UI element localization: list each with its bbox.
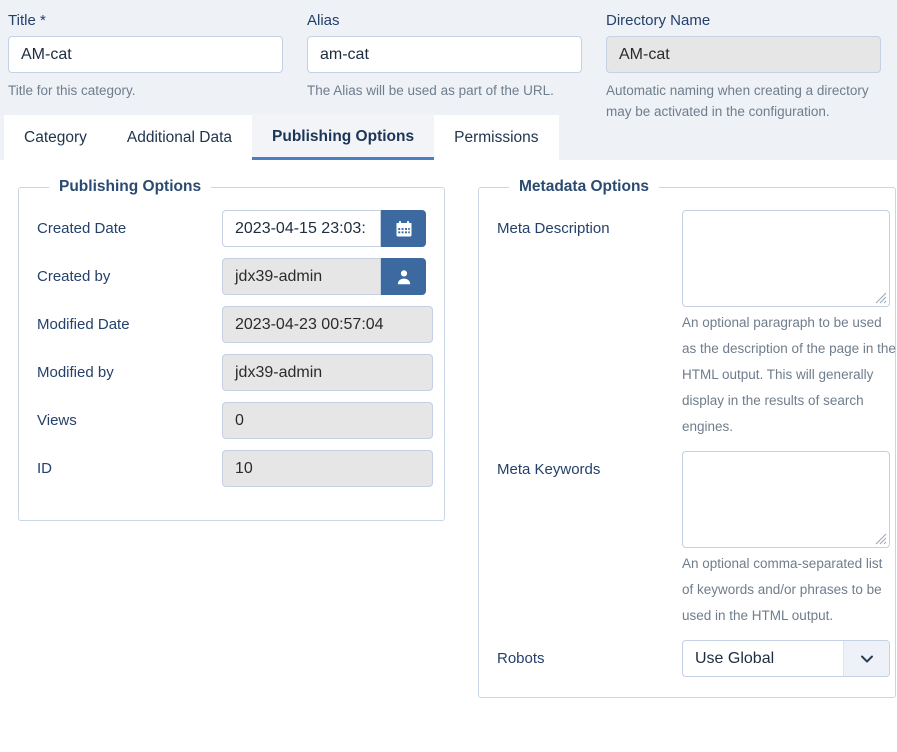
title-help: Title for this category.	[8, 83, 136, 98]
created-date-input[interactable]: 2023-04-15 23:03:	[222, 210, 382, 247]
row-id: ID 10	[37, 450, 433, 487]
created-date-group: 2023-04-15 23:03:	[222, 210, 426, 247]
modified-by-input: jdx39-admin	[222, 354, 433, 391]
tab-permissions[interactable]: Permissions	[434, 115, 559, 160]
directory-name-input: AM-cat	[606, 36, 881, 73]
modified-date-input: 2023-04-23 00:57:04	[222, 306, 433, 343]
calendar-icon	[395, 220, 413, 238]
tab-category[interactable]: Category	[4, 115, 107, 160]
form-header: Title * AM-cat Title for this category. …	[0, 0, 897, 160]
field-directory-name: Directory Name AM-cat Automatic naming w…	[598, 4, 897, 122]
publishing-options-legend: Publishing Options	[59, 178, 202, 195]
publishing-options-fieldset: Publishing Options Created Date 2023-04-…	[18, 178, 445, 521]
calendar-button[interactable]	[381, 210, 426, 247]
row-created-date: Created Date 2023-04-15 23:03:	[37, 210, 426, 247]
id-input: 10	[222, 450, 433, 487]
tab-publishing-options[interactable]: Publishing Options	[252, 114, 435, 160]
title-label: Title *	[8, 12, 46, 29]
meta-keywords-textarea[interactable]	[682, 451, 890, 548]
meta-description-textarea[interactable]	[682, 210, 890, 307]
meta-description-label: Meta Description	[497, 220, 610, 237]
meta-description-help: An optional paragraph to be used as the …	[682, 315, 896, 434]
views-input: 0	[222, 402, 433, 439]
alias-help: The Alias will be used as part of the UR…	[307, 83, 554, 98]
metadata-options-legend: Metadata Options	[519, 178, 650, 195]
views-label: Views	[37, 412, 77, 429]
select-user-button[interactable]	[381, 258, 426, 295]
field-title: Title * AM-cat Title for this category.	[0, 4, 299, 101]
tab-additional-data[interactable]: Additional Data	[106, 115, 253, 160]
field-alias: Alias am-cat The Alias will be used as p…	[299, 4, 598, 101]
robots-label: Robots	[497, 650, 545, 667]
row-created-by: Created by jdx39-admin	[37, 258, 426, 295]
row-meta-keywords: Meta Keywords An optional comma-separate…	[497, 451, 890, 629]
category-edit-page: Title * AM-cat Title for this category. …	[0, 0, 897, 752]
meta-keywords-help: An optional comma-separated list of keyw…	[682, 556, 883, 623]
tab-strip: Category Additional Data Publishing Opti…	[0, 114, 897, 160]
modified-date-label: Modified Date	[37, 316, 130, 333]
alias-input[interactable]: am-cat	[307, 36, 582, 73]
left-column: Publishing Options Created Date 2023-04-…	[0, 178, 470, 752]
chevron-down-icon	[843, 641, 889, 676]
metadata-options-fieldset: Metadata Options Meta Description An opt…	[478, 178, 896, 698]
meta-keywords-label: Meta Keywords	[497, 461, 601, 478]
alias-label: Alias	[307, 12, 340, 29]
right-column: Metadata Options Meta Description An opt…	[470, 178, 897, 752]
created-by-label: Created by	[37, 268, 111, 285]
id-label: ID	[37, 460, 52, 477]
directory-name-label: Directory Name	[606, 12, 711, 29]
user-icon	[395, 268, 413, 286]
row-robots: Robots Use Global	[497, 640, 890, 677]
robots-selected-value: Use Global	[695, 650, 775, 667]
modified-by-label: Modified by	[37, 364, 114, 381]
row-meta-description: Meta Description An optional paragraph t…	[497, 210, 896, 440]
row-modified-by: Modified by jdx39-admin	[37, 354, 433, 391]
robots-select[interactable]: Use Global	[682, 640, 890, 677]
row-views: Views 0	[37, 402, 433, 439]
tab-panel-publishing-options: Publishing Options Created Date 2023-04-…	[0, 160, 897, 752]
row-modified-date: Modified Date 2023-04-23 00:57:04	[37, 306, 433, 343]
title-input[interactable]: AM-cat	[8, 36, 283, 73]
created-by-input: jdx39-admin	[222, 258, 382, 295]
header-field-row: Title * AM-cat Title for this category. …	[0, 0, 897, 122]
created-date-label: Created Date	[37, 220, 127, 237]
created-by-group: jdx39-admin	[222, 258, 426, 295]
